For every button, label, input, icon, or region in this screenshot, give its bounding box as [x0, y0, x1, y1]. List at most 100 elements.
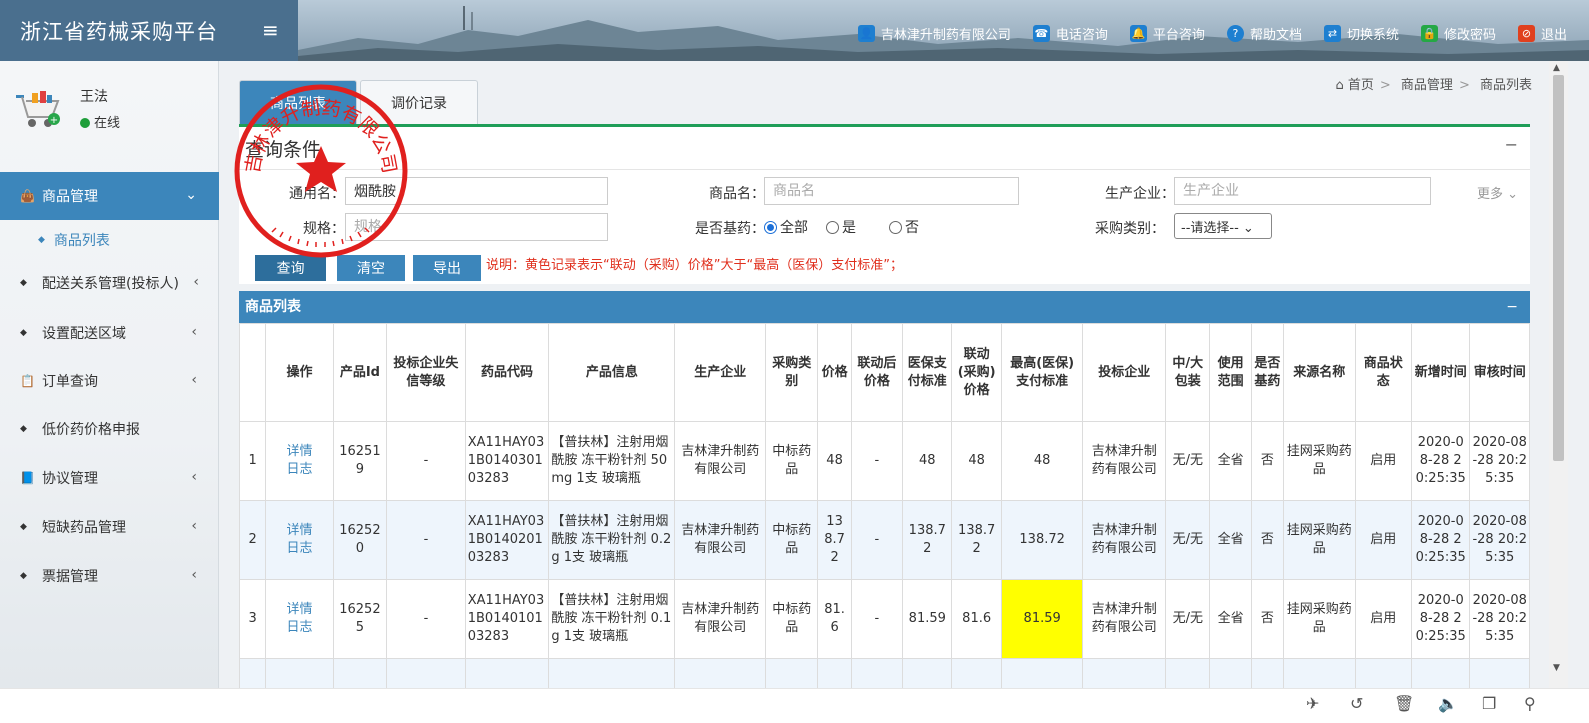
cart-avatar-icon: + — [16, 91, 60, 127]
scroll-up-icon[interactable]: ▲ — [1553, 63, 1560, 73]
rocket-icon[interactable]: ✈ — [1306, 694, 1319, 713]
product-name-input[interactable] — [764, 177, 1019, 205]
detail-link[interactable]: 详情 — [286, 444, 312, 459]
log-link[interactable]: 日志 — [286, 541, 312, 556]
chevron-left-icon: ‹ — [191, 372, 197, 388]
column-header: 投标企业 — [1082, 323, 1167, 422]
trash-icon[interactable]: 🗑 — [1394, 694, 1414, 713]
scroll-down-icon[interactable]: ▼ — [1553, 663, 1560, 673]
log-link[interactable]: 日志 — [286, 620, 312, 635]
nav-platform[interactable]: 🔔 平台咨询 — [1129, 24, 1205, 43]
radio-checked-icon — [764, 220, 777, 234]
sidebar-item-delivery-area[interactable]: ◆ 设置配送区域 ‹ — [0, 309, 219, 357]
sidebar-item-invoice[interactable]: ◆ 票据管理 ‹ — [0, 552, 219, 600]
nav-phone[interactable]: ☎ 电话咨询 — [1032, 24, 1108, 43]
cell-mfr: 吉林津升制药有限公司 — [674, 421, 767, 501]
cell-status: 启用 — [1354, 500, 1413, 580]
cell-audit: 2020-08-28 20:25:35 — [1469, 579, 1530, 659]
breadcrumb-home[interactable]: 首页 — [1348, 78, 1374, 93]
cell-code: XA11HAY031B014020103283 — [464, 500, 550, 580]
sidebar-item-agreement[interactable]: 📘 协议管理 ‹ — [0, 454, 219, 502]
cell-credit — [386, 658, 466, 688]
search-button[interactable]: 查询 — [255, 255, 326, 281]
log-link[interactable]: 日志 — [286, 462, 312, 477]
cell-info: 【普扶林】注射用烟酰胺 冻干粉针剂 0.1g 1支 玻璃瓶 — [548, 579, 676, 659]
cell-audit: 2020- — [1469, 658, 1530, 688]
cell-pack: 无/无 — [1165, 579, 1211, 659]
sidebar-item-products[interactable]: 👜 商品管理 ⌄ — [0, 172, 219, 220]
vertical-scrollbar[interactable]: ▲ ▼ — [1549, 61, 1568, 688]
cell-info: 【普扶林】注射用烟酰胺 冻干粉针剂 50mg 1支 玻璃瓶 — [548, 421, 676, 501]
bottom-toolbar: ✈ ↺ 🗑 🔈 ❐ ⚲ — [0, 688, 1589, 723]
cell-insure: 48 — [902, 421, 953, 501]
history-icon[interactable]: ↺ — [1350, 694, 1363, 713]
collapse-icon[interactable]: − — [1506, 291, 1518, 323]
breadcrumb-products[interactable]: 商品管理 — [1401, 78, 1453, 93]
spec-label: 规格： — [303, 221, 345, 237]
sidebar-item-product-list[interactable]: ◆ 商品列表 — [0, 222, 219, 258]
bag-icon: 👜 — [20, 189, 35, 203]
search-icon[interactable]: ⚲ — [1524, 694, 1536, 713]
top-header: 浙江省药械采购平台 ≡ 👤 吉林津升制药有限公司 ☎ 电话咨询 🔔 平台咨询 ? 帮助文… — [0, 0, 1589, 61]
category-label: 采购类别： — [1095, 221, 1165, 237]
nav-company[interactable]: 👤 吉林津升制药有限公司 — [857, 24, 1011, 43]
column-header: 商品状态 — [1354, 323, 1413, 422]
column-header: 价格 — [817, 323, 852, 422]
cell-info: 【普扶林】注射用烟酰胺 冻干粉针剂 0.2g 1支 玻璃瓶 — [548, 500, 676, 580]
table-row: 1 详情 日志 162519- XA11HAY031B014030103283 【普扶林】… — [239, 421, 1530, 501]
basic-label: 是否基药： — [695, 221, 765, 237]
chevron-left-icon: ‹ — [191, 567, 197, 583]
detail-link[interactable]: 详情 — [286, 602, 312, 617]
column-header: 医保支付标准 — [902, 323, 953, 422]
sidebar-item-low-price[interactable]: ◆ 低价药价格申报 — [0, 405, 219, 453]
spec-input[interactable] — [345, 213, 608, 241]
chevron-left-icon: ‹ — [191, 518, 197, 534]
clear-button[interactable]: 清空 — [337, 255, 405, 281]
cell-max: 81.59 — [1000, 579, 1084, 659]
user-name: 王法 — [80, 89, 108, 105]
nav-password[interactable]: 🔒 修改密码 — [1420, 24, 1496, 43]
menu-toggle-icon[interactable]: ≡ — [262, 18, 279, 42]
tab-price-adjust[interactable]: 调价记录 — [360, 80, 478, 125]
scroll-thumb[interactable] — [1553, 75, 1564, 461]
cell-bidder — [1082, 658, 1167, 688]
cell-code: XA11HAY031B014030103283 — [464, 421, 550, 501]
radio-no[interactable]: 否 — [889, 217, 919, 237]
radio-unchecked-icon — [826, 220, 839, 234]
more-toggle[interactable]: 更多 ⌄ — [1477, 183, 1518, 202]
cell-scope: 全省 — [1209, 421, 1252, 501]
diamond-icon: ◆ — [20, 522, 27, 532]
cell-actions — [265, 658, 334, 688]
table-header-row: 操作 产品Id 投标企业失信等级 药品代码 产品信息 生产企业 采购类别 价格 联动后价格 医保支… — [239, 323, 1530, 422]
column-header: 使用范围 — [1209, 323, 1252, 422]
cell-id — [332, 658, 388, 688]
nav-help[interactable]: ? 帮助文档 — [1226, 24, 1302, 43]
cell-basic: 否 — [1250, 579, 1285, 659]
detail-link[interactable]: 详情 — [286, 523, 312, 538]
cell-status: 启用 — [1354, 579, 1413, 659]
sidebar-item-shortage[interactable]: ◆ 短缺药品管理 ‹ — [0, 503, 219, 551]
collapse-icon[interactable]: − — [1505, 135, 1518, 154]
radio-yes[interactable]: 是 — [826, 217, 856, 237]
phone-icon: ☎ — [1032, 24, 1050, 42]
nav-switch[interactable]: ⇄ 切换系统 — [1323, 24, 1399, 43]
cell-actions: 详情 日志 — [265, 579, 334, 659]
generic-name-input[interactable] — [345, 177, 608, 205]
sidebar-item-orders[interactable]: 📋 订单查询 ‹ — [0, 357, 219, 405]
sidebar-item-delivery-relation[interactable]: ◆ 配送关系管理(投标人) ‹ — [0, 259, 219, 307]
radio-all[interactable]: 全部 — [764, 217, 808, 237]
window-icon[interactable]: ❐ — [1482, 694, 1496, 713]
nav-logout[interactable]: ⊘ 退出 — [1517, 24, 1567, 43]
cell-max: 138.72 — [1000, 500, 1084, 580]
tab-product-list[interactable]: 商品列表 — [239, 80, 357, 125]
export-button[interactable]: 导出 — [413, 255, 481, 281]
cell-audit: 2020-08-28 20:25:35 — [1469, 500, 1530, 580]
speaker-icon[interactable]: 🔈 — [1438, 694, 1458, 713]
cell-basic: 否 — [1250, 500, 1285, 580]
manufacturer-input[interactable] — [1174, 177, 1431, 205]
cell-mfr: 吉林津升制药有限公司 — [674, 500, 767, 580]
cell-credit: - — [386, 579, 466, 659]
chevron-down-icon: ⌄ — [1242, 221, 1254, 236]
category-select[interactable]: --请选择-- ⌄ — [1174, 213, 1272, 239]
cell-bidder: 吉林津升制药有限公司 — [1082, 421, 1167, 501]
